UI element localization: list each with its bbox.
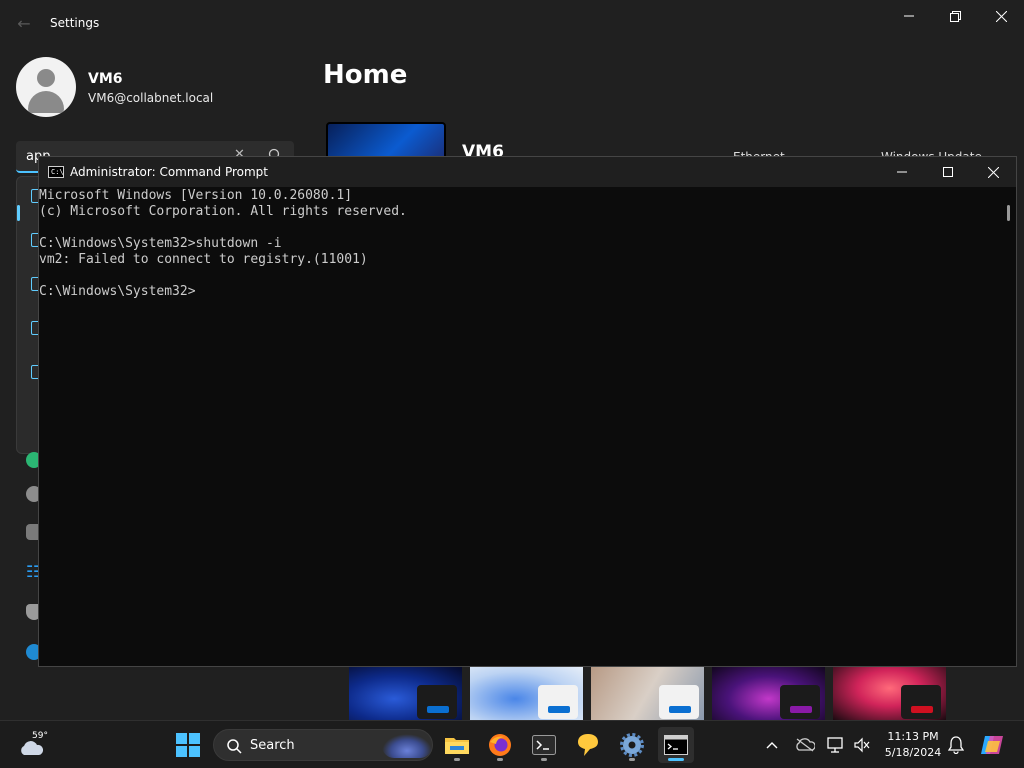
user-name: VM6: [88, 71, 123, 87]
taskbar-search-box[interactable]: Search: [213, 729, 433, 761]
volume-muted-icon[interactable]: [852, 735, 872, 755]
taskbar: 59° Search 11:13 PM 5/18/2024: [0, 720, 1024, 768]
file-explorer-button[interactable]: [439, 727, 475, 763]
start-button[interactable]: [170, 727, 206, 763]
cmd-app-icon: C:\: [48, 166, 64, 178]
system-clock[interactable]: 11:13 PM 5/18/2024: [882, 729, 944, 761]
weather-temperature: 59°: [32, 731, 48, 741]
copilot-icon[interactable]: [980, 733, 1004, 757]
firefox-icon: [489, 734, 511, 756]
taskbar-search-label: Search: [250, 738, 295, 753]
terminal-button[interactable]: [526, 727, 562, 763]
weather-widget[interactable]: 59°: [18, 731, 52, 759]
theme-thumbnail[interactable]: [833, 667, 946, 720]
show-hidden-icons-chevron-up-icon[interactable]: [762, 735, 782, 755]
settings-button[interactable]: [614, 727, 650, 763]
gear-icon: [620, 733, 644, 757]
settings-app-title: Settings: [50, 16, 100, 30]
settings-titlebar: ← Settings: [0, 0, 1024, 48]
windows-logo-icon: [176, 733, 200, 757]
settings-close-button[interactable]: [978, 0, 1024, 32]
console-line: Microsoft Windows [Version 10.0.26080.1]: [39, 188, 353, 203]
selection-indicator: [17, 205, 20, 221]
command-prompt-window[interactable]: C:\ Administrator: Command Prompt Micros…: [38, 156, 1017, 667]
close-icon: [995, 10, 1007, 22]
theme-thumbnails: [349, 667, 949, 720]
avatar: [16, 57, 76, 117]
onedrive-offline-icon[interactable]: [795, 735, 815, 755]
command-prompt-taskbar-button[interactable]: [658, 727, 694, 763]
network-icon[interactable]: [826, 735, 846, 755]
console-line: (c) Microsoft Corporation. All rights re…: [39, 204, 407, 219]
folder-icon: [445, 738, 469, 754]
firefox-button[interactable]: [482, 727, 518, 763]
maximize-icon: [943, 167, 953, 177]
page-title: Home: [323, 60, 408, 90]
settings-restore-button[interactable]: [932, 0, 978, 32]
console-output[interactable]: Microsoft Windows [Version 10.0.26080.1]…: [39, 188, 1004, 300]
theme-thumbnail[interactable]: [349, 667, 462, 720]
notification-bell-icon[interactable]: [946, 735, 966, 755]
theme-thumbnail[interactable]: [470, 667, 583, 720]
settings-minimize-button[interactable]: [886, 0, 932, 32]
minimize-icon: [904, 15, 914, 17]
command-prompt-icon: [664, 735, 688, 755]
theme-thumbnail[interactable]: [591, 667, 704, 720]
search-icon: [227, 739, 242, 754]
theme-thumbnail[interactable]: [712, 667, 825, 720]
cmd-titlebar[interactable]: C:\ Administrator: Command Prompt: [39, 157, 1016, 187]
console-line: vm2: Failed to connect to registry.(1100…: [39, 252, 368, 267]
cmd-close-button[interactable]: [970, 157, 1016, 187]
cloud-icon: [21, 741, 44, 755]
feedback-icon: [578, 734, 598, 756]
feedback-hub-button[interactable]: [570, 727, 606, 763]
terminal-icon: [532, 735, 556, 755]
close-icon: [987, 166, 999, 178]
cmd-window-title: Administrator: Command Prompt: [70, 165, 268, 179]
back-arrow-icon[interactable]: ←: [14, 14, 34, 34]
user-email: VM6@collabnet.local: [88, 91, 214, 105]
clock-time: 11:13 PM: [887, 730, 939, 743]
cmd-minimize-button[interactable]: [879, 157, 925, 187]
cmd-maximize-button[interactable]: [925, 157, 971, 187]
scrollbar-thumb[interactable]: [1007, 205, 1010, 221]
search-highlight-art: [382, 734, 432, 758]
console-line: C:\Windows\System32>shutdown -i: [39, 236, 282, 251]
console-line: C:\Windows\System32>: [39, 284, 196, 299]
restore-icon: [949, 10, 961, 22]
minimize-icon: [897, 171, 907, 173]
clock-date: 5/18/2024: [884, 746, 942, 759]
